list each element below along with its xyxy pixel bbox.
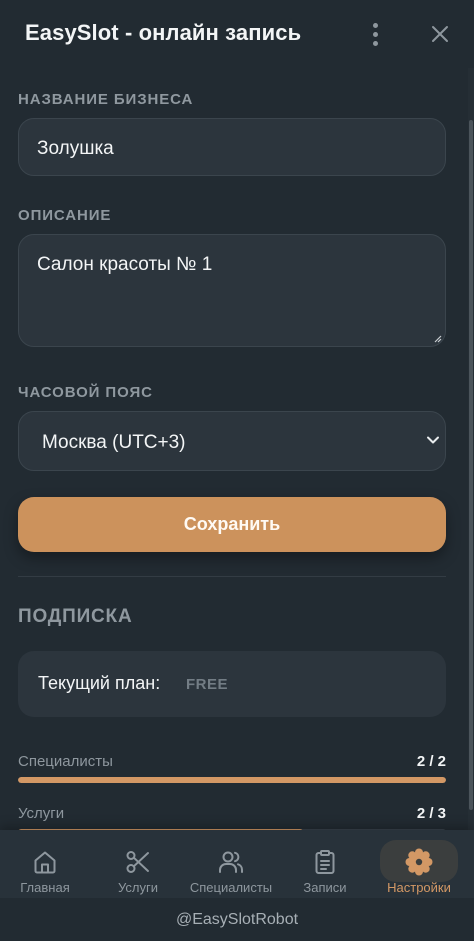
usage-count: 2 / 3 [416, 805, 446, 822]
timezone-select[interactable]: Москва (UTC+3) [18, 411, 446, 471]
nav-item-home[interactable]: Главная [0, 830, 92, 898]
business-name-value: Золушка [37, 138, 114, 159]
nav-label: Услуги [118, 880, 158, 895]
plan-badge: FREE [186, 676, 229, 693]
plan-label: Текущий план: [38, 673, 161, 693]
gear-icon [405, 848, 433, 876]
bottom-navigation: Главная Услуги Специалисты Записи Настро… [0, 830, 474, 898]
dot [372, 31, 378, 37]
divider [18, 576, 446, 577]
nav-item-bookings[interactable]: Записи [278, 830, 372, 898]
nav-label: Главная [20, 880, 70, 895]
usage-count: 2 / 2 [416, 753, 446, 770]
nav-label: Специалисты [189, 880, 273, 895]
home-icon [34, 851, 56, 874]
bot-handle: @EasySlotRobot [0, 898, 474, 941]
scrollbar-thumb[interactable] [469, 120, 473, 810]
scissors-icon [126, 851, 149, 873]
nav-label: Настройки [387, 880, 451, 895]
description-textarea[interactable]: Салон красоты № 1 [18, 234, 446, 347]
close-icon [432, 26, 448, 42]
scrollbar[interactable] [468, 68, 474, 830]
chevron-down-icon [427, 436, 439, 444]
clipboard-icon [315, 850, 335, 874]
dot [372, 22, 378, 28]
save-button[interactable]: Сохранить [18, 497, 446, 552]
current-plan-card: Текущий план: FREE [18, 651, 446, 717]
usage-name: Специалисты [18, 753, 113, 770]
dot [372, 40, 378, 46]
business-name-input[interactable]: Золушка [18, 118, 446, 176]
usage-progress-fill [18, 777, 446, 783]
timezone-value: Москва (UTC+3) [42, 432, 186, 453]
timezone-label: ЧАСОВОЙ ПОЯС [18, 384, 153, 401]
close-button[interactable] [426, 20, 454, 48]
app-title: EasySlot - онлайн запись [25, 20, 302, 45]
subscription-title: ПОДПИСКА [18, 606, 133, 627]
settings-content[interactable]: НАЗВАНИЕ БИЗНЕСА Золушка ОПИСАНИЕ Салон … [0, 68, 474, 830]
app-header: EasySlot - онлайн запись [0, 0, 474, 68]
usage-name: Услуги [18, 805, 65, 822]
nav-item-specialists[interactable]: Специалисты [184, 830, 278, 898]
app-window: EasySlot - онлайн запись НАЗВАНИЕ БИЗНЕС… [0, 0, 474, 941]
more-menu-button[interactable] [362, 20, 388, 48]
resize-grip-icon[interactable] [432, 333, 442, 343]
nav-label: Записи [303, 880, 347, 895]
nav-item-settings[interactable]: Настройки [372, 830, 466, 898]
usage-progress-bar [18, 777, 446, 783]
users-icon [219, 851, 243, 873]
business-name-label: НАЗВАНИЕ БИЗНЕСА [18, 91, 194, 108]
nav-item-services[interactable]: Услуги [91, 830, 185, 898]
description-value: Салон красоты № 1 [37, 254, 213, 275]
description-label: ОПИСАНИЕ [18, 207, 112, 224]
